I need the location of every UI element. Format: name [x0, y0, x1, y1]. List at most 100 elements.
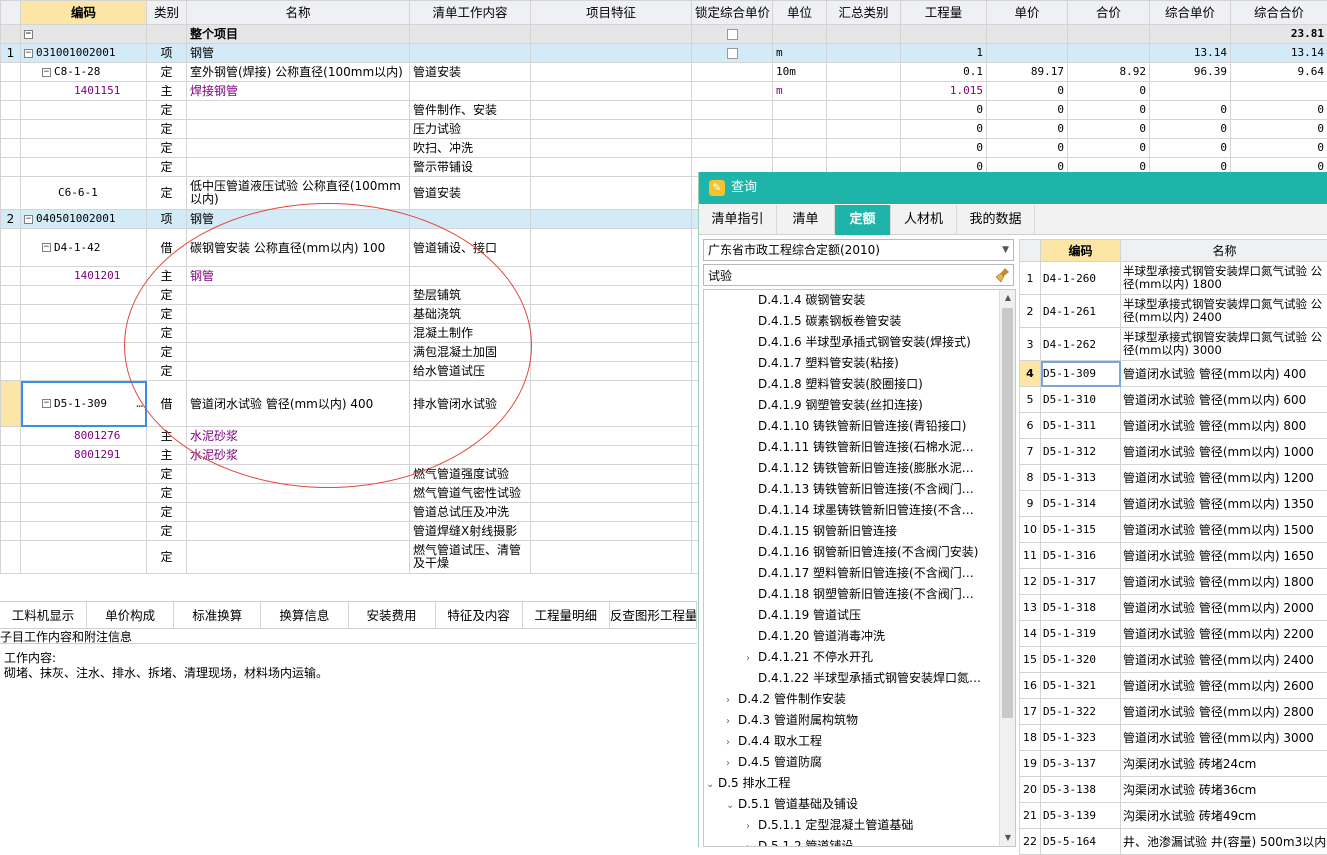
tab-my-data[interactable]: 我的数据 [957, 205, 1035, 235]
seq-cell[interactable] [1, 381, 21, 427]
result-row[interactable]: 10D5-1-315管道闭水试验 管径(mm以内) 1500 [1020, 517, 1327, 543]
search-input[interactable] [703, 264, 1014, 286]
name-cell[interactable] [187, 343, 410, 362]
lock-checkbox[interactable] [727, 29, 738, 40]
code-cell[interactable] [21, 101, 147, 120]
seq-cell[interactable] [1, 503, 21, 522]
summary-type-cell[interactable] [827, 44, 901, 63]
result-row[interactable]: 4D5-1-309管道闭水试验 管径(mm以内) 400 [1020, 361, 1327, 387]
work-content-cell[interactable]: 管件制作、安装 [410, 101, 531, 120]
result-code[interactable]: D5-1-314 [1041, 491, 1121, 517]
seq-cell[interactable] [1, 82, 21, 101]
category-cell[interactable]: 定 [147, 541, 187, 574]
seq-cell[interactable]: 1 [1, 44, 21, 63]
seq-cell[interactable] [1, 286, 21, 305]
result-code[interactable]: D4-1-262 [1041, 328, 1121, 361]
result-row[interactable]: 17D5-1-322管道闭水试验 管径(mm以内) 2800 [1020, 699, 1327, 725]
features-cell[interactable] [531, 381, 692, 427]
code-cell[interactable]: −D4-1-42 [21, 229, 147, 267]
col-header-amount[interactable]: 合价 [1068, 1, 1150, 25]
tab-quota[interactable]: 定额 [835, 205, 891, 235]
chevron-right-icon[interactable]: › [726, 711, 738, 731]
tree-node[interactable]: D.4.1.19 管道试压 [746, 605, 996, 626]
work-content-cell[interactable] [410, 267, 531, 286]
col-header-lock-price[interactable]: 锁定综合单价 [692, 1, 773, 25]
seq-cell[interactable] [1, 229, 21, 267]
seq-cell[interactable] [1, 267, 21, 286]
summary-type-cell[interactable] [827, 120, 901, 139]
tree-node[interactable]: D.4.1.6 半球型承插式钢管安装(焊接式) [746, 332, 996, 353]
name-cell[interactable] [187, 484, 410, 503]
comp-total-cell[interactable]: 0 [1231, 120, 1327, 139]
category-cell[interactable]: 定 [147, 305, 187, 324]
comp-total-cell[interactable]: 23.81 [1231, 25, 1327, 44]
result-name[interactable]: 管道闭水试验 管径(mm以内) 1000 [1121, 439, 1327, 465]
result-code[interactable]: D5-1-316 [1041, 543, 1121, 569]
code-cell[interactable] [21, 139, 147, 158]
lock-price-cell[interactable] [692, 44, 773, 63]
features-cell[interactable] [531, 139, 692, 158]
amount-cell[interactable]: 0 [1068, 139, 1150, 158]
unit-price-cell[interactable]: 0 [987, 139, 1068, 158]
category-cell[interactable]: 定 [147, 177, 187, 210]
tree-node[interactable]: D.4.1.12 铸铁管新旧管连接(膨胀水泥… [746, 458, 996, 479]
chevron-right-icon[interactable]: › [746, 837, 758, 847]
tree-node[interactable]: D.4.1.17 塑料管新旧管连接(不含阀门… [746, 563, 996, 584]
col-header-category[interactable]: 类别 [147, 1, 187, 25]
unit-cell[interactable] [773, 139, 827, 158]
name-cell[interactable] [187, 101, 410, 120]
category-cell[interactable]: 定 [147, 101, 187, 120]
seq-cell[interactable]: 2 [1, 210, 21, 229]
result-name[interactable]: 管道闭水试验 管径(mm以内) 800 [1121, 413, 1327, 439]
seq-cell[interactable] [1, 101, 21, 120]
tree-scrollbar[interactable]: ▲ ▼ [999, 290, 1015, 846]
unit-cell[interactable]: 10m [773, 63, 827, 82]
features-cell[interactable] [531, 465, 692, 484]
result-name[interactable]: 管道闭水试验 管径(mm以内) 1350 [1121, 491, 1327, 517]
result-code[interactable]: D5-1-317 [1041, 569, 1121, 595]
work-content-cell[interactable] [410, 446, 531, 465]
result-row[interactable]: 14D5-1-319管道闭水试验 管径(mm以内) 2200 [1020, 621, 1327, 647]
unit-price-cell[interactable]: 89.17 [987, 63, 1068, 82]
seq-cell[interactable] [1, 25, 21, 44]
result-name[interactable]: 管道闭水试验 管径(mm以内) 2600 [1121, 673, 1327, 699]
comp-total-cell[interactable]: 13.14 [1231, 44, 1327, 63]
work-content-cell[interactable]: 管道总试压及冲洗 [410, 503, 531, 522]
category-cell[interactable]: 主 [147, 427, 187, 446]
lock-price-cell[interactable] [692, 139, 773, 158]
result-row[interactable]: 21D5-3-139沟渠闭水试验 砖堵49cm [1020, 803, 1327, 829]
code-cell[interactable] [21, 120, 147, 139]
seq-cell[interactable] [1, 63, 21, 82]
category-cell[interactable]: 借 [147, 229, 187, 267]
result-row[interactable]: 2D4-1-261半球型承接式钢管安装焊口氮气试验 公径(mm以内) 2400 [1020, 295, 1327, 328]
unit-cell[interactable] [773, 101, 827, 120]
work-content-cell[interactable] [410, 25, 531, 44]
result-code[interactable]: D5-1-323 [1041, 725, 1121, 751]
category-cell[interactable]: 借 [147, 381, 187, 427]
work-content-cell[interactable] [410, 210, 531, 229]
chevron-down-icon[interactable]: ⌄ [726, 795, 738, 815]
comp-unit-price-cell[interactable] [1150, 82, 1231, 101]
tree-node[interactable]: ⌄D.5 排水工程 [706, 773, 996, 794]
features-cell[interactable] [531, 503, 692, 522]
code-cell[interactable]: −031001002001 [21, 44, 147, 63]
unit-price-cell[interactable]: 0 [987, 120, 1068, 139]
seq-cell[interactable] [1, 120, 21, 139]
col-header-summary-type[interactable]: 汇总类别 [827, 1, 901, 25]
minus-box-icon[interactable]: − [24, 49, 33, 58]
code-cell[interactable] [21, 343, 147, 362]
features-cell[interactable] [531, 541, 692, 574]
tree-node[interactable]: D.4.1.13 铸铁管新旧管连接(不含阀门… [746, 479, 996, 500]
category-cell[interactable]: 定 [147, 324, 187, 343]
result-name[interactable]: 管道闭水试验 管径(mm以内) 600 [1121, 387, 1327, 413]
name-cell[interactable] [187, 522, 410, 541]
result-row[interactable]: 3D4-1-262半球型承接式钢管安装焊口氮气试验 公径(mm以内) 3000 [1020, 328, 1327, 361]
result-code[interactable]: D5-3-137 [1041, 751, 1121, 777]
unit-cell[interactable]: m [773, 82, 827, 101]
code-cell[interactable]: − [21, 25, 147, 44]
features-cell[interactable] [531, 25, 692, 44]
quantity-cell[interactable]: 1.015 [901, 82, 987, 101]
tab-conversion-info[interactable]: 换算信息 [261, 602, 348, 628]
name-cell[interactable] [187, 324, 410, 343]
result-name[interactable]: 井、池渗漏试验 井(容量) 500m3以内 [1121, 829, 1327, 855]
